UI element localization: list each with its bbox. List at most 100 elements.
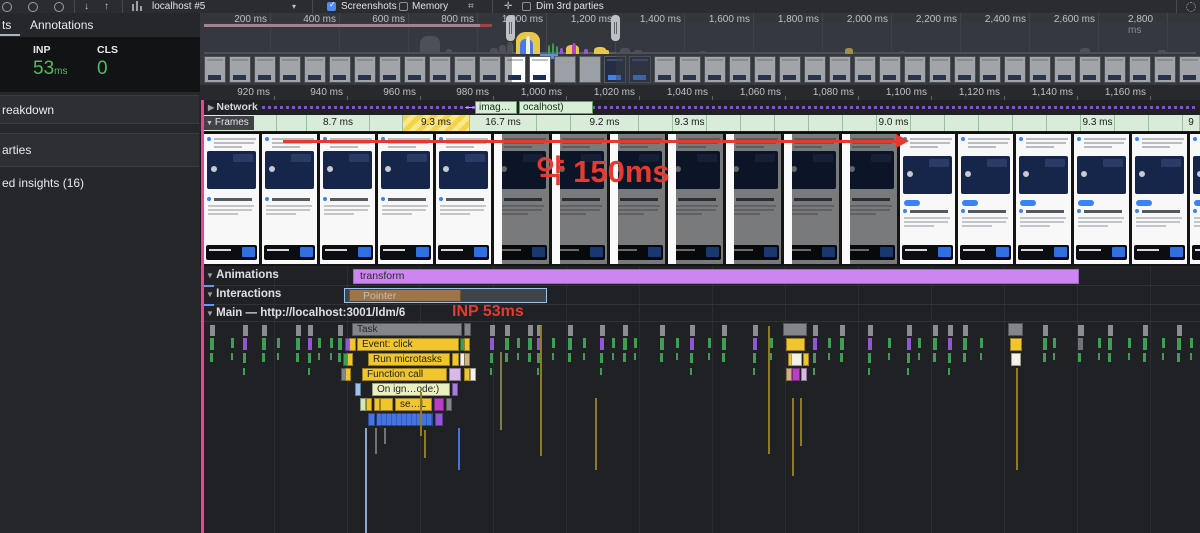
frame-cell[interactable] [1047, 115, 1081, 131]
flame-tick[interactable] [537, 368, 539, 375]
flame-tick[interactable] [1108, 325, 1113, 336]
frame-cell[interactable] [843, 115, 877, 131]
flame-tick[interactable] [1108, 338, 1112, 350]
flame-tick[interactable] [868, 338, 872, 350]
flame-tick[interactable] [210, 338, 214, 350]
flame-tick[interactable] [963, 325, 968, 336]
flame-tick[interactable] [1143, 353, 1146, 362]
flame-tick[interactable] [963, 338, 967, 350]
screenshot-thumbnail[interactable] [204, 134, 259, 264]
frame-cell[interactable]: 8.7 ms [307, 115, 370, 131]
memory-label[interactable]: Memory [412, 0, 448, 13]
frame-cell[interactable]: 9.3 ms [673, 115, 707, 131]
frames-track[interactable]: 7 ms8.7 ms9.3 ms16.7 ms9.2 ms9.3 ms9.0 m… [200, 115, 1200, 133]
flame-tick[interactable] [505, 353, 508, 362]
flame-tick[interactable] [308, 338, 312, 350]
flame-event[interactable] [470, 368, 476, 381]
flame-tick[interactable] [623, 353, 626, 362]
flame-tick[interactable] [308, 353, 311, 363]
filmstrip-screenshots[interactable] [200, 133, 1200, 266]
flame-event[interactable] [783, 323, 807, 336]
flame-event[interactable] [792, 368, 800, 381]
frame-cell[interactable] [537, 115, 571, 131]
flame-tick[interactable] [1043, 325, 1048, 336]
flame-tick[interactable] [308, 325, 313, 336]
screenshots-checkbox[interactable] [327, 2, 336, 11]
flame-tick[interactable] [888, 353, 890, 360]
flame-tick[interactable] [490, 338, 494, 350]
flame-tick[interactable] [243, 338, 247, 350]
flame-tick[interactable] [330, 338, 333, 348]
flame-tick[interactable] [612, 353, 614, 360]
memory-checkbox[interactable] [399, 2, 408, 11]
frame-cell[interactable] [741, 115, 775, 131]
flame-tick[interactable] [1043, 338, 1047, 350]
flame-tick[interactable] [840, 325, 845, 336]
clear-button[interactable] [54, 2, 64, 12]
screenshot-thumbnail[interactable] [320, 134, 375, 264]
flame-tick[interactable] [690, 325, 695, 336]
cpu-environment-select[interactable]: localhost #5 [152, 0, 205, 13]
frame-cell[interactable] [979, 115, 1013, 131]
screenshot-thumbnail[interactable] [726, 134, 781, 264]
flame-event[interactable] [376, 413, 433, 426]
flame-event[interactable] [446, 398, 452, 411]
dim-3rd-parties-checkbox[interactable] [522, 2, 531, 11]
flame-tick[interactable] [868, 368, 870, 375]
flame-tick[interactable] [338, 325, 343, 336]
flame-tick[interactable] [517, 353, 519, 360]
flame-event[interactable] [452, 383, 458, 396]
screenshot-thumbnail[interactable] [900, 134, 955, 264]
flame-tick[interactable] [813, 325, 818, 336]
flame-tick[interactable] [1108, 353, 1111, 362]
screenshot-thumbnail[interactable] [668, 134, 723, 264]
flame-event[interactable] [801, 368, 807, 381]
flame-tick[interactable] [528, 338, 532, 350]
flame-tick[interactable] [708, 338, 711, 348]
flame-event[interactable] [380, 398, 393, 411]
frame-cell[interactable]: 9 [1183, 115, 1200, 131]
flame-tick[interactable] [296, 353, 299, 362]
frame-cell[interactable] [911, 115, 945, 131]
insight-row-breakdown[interactable]: reakdown [0, 95, 199, 124]
flame-tick[interactable] [933, 325, 938, 336]
frame-cell[interactable]: 9.3 ms [1081, 115, 1115, 131]
flame-tick[interactable] [722, 325, 727, 336]
screenshot-thumbnail[interactable] [262, 134, 317, 264]
flame-tick[interactable] [948, 353, 951, 363]
flame-tick[interactable] [338, 353, 341, 362]
flame-tick[interactable] [690, 368, 692, 375]
flame-tick[interactable] [1177, 353, 1180, 362]
flame-tick[interactable] [1053, 353, 1055, 360]
flame-tick[interactable] [868, 353, 871, 363]
flame-tick[interactable] [243, 368, 245, 375]
flame-event[interactable]: Run microtasks [368, 353, 450, 366]
flame-event[interactable] [435, 413, 443, 426]
flame-tick[interactable] [600, 368, 602, 375]
screenshot-thumbnail[interactable] [436, 134, 491, 264]
flame-event[interactable]: On ign…ode:) [372, 383, 450, 396]
flame-tick[interactable] [600, 338, 604, 350]
flame-tick[interactable] [753, 338, 757, 350]
flame-tick[interactable] [813, 368, 815, 375]
frame-cell[interactable] [1013, 115, 1047, 131]
flame-tick[interactable] [568, 325, 573, 336]
flame-tick[interactable] [1162, 338, 1165, 348]
flame-tick[interactable] [828, 353, 830, 360]
flame-tick[interactable] [600, 325, 605, 336]
flame-tick[interactable] [1078, 353, 1081, 362]
flame-tick[interactable] [907, 368, 909, 375]
settings-gear-icon[interactable] [1186, 2, 1196, 12]
flame-tick[interactable] [933, 353, 936, 362]
flame-event[interactable] [355, 383, 361, 396]
flame-tick[interactable] [868, 325, 873, 336]
frame-cell[interactable] [707, 115, 741, 131]
flame-event[interactable] [464, 338, 470, 351]
flame-tick[interactable] [963, 353, 966, 362]
flame-tick[interactable] [907, 338, 911, 350]
flame-tick[interactable] [623, 325, 628, 336]
flame-event[interactable] [1008, 323, 1023, 336]
flame-tick[interactable] [623, 338, 627, 350]
flame-event[interactable] [464, 353, 470, 366]
flame-tick[interactable] [210, 353, 213, 362]
